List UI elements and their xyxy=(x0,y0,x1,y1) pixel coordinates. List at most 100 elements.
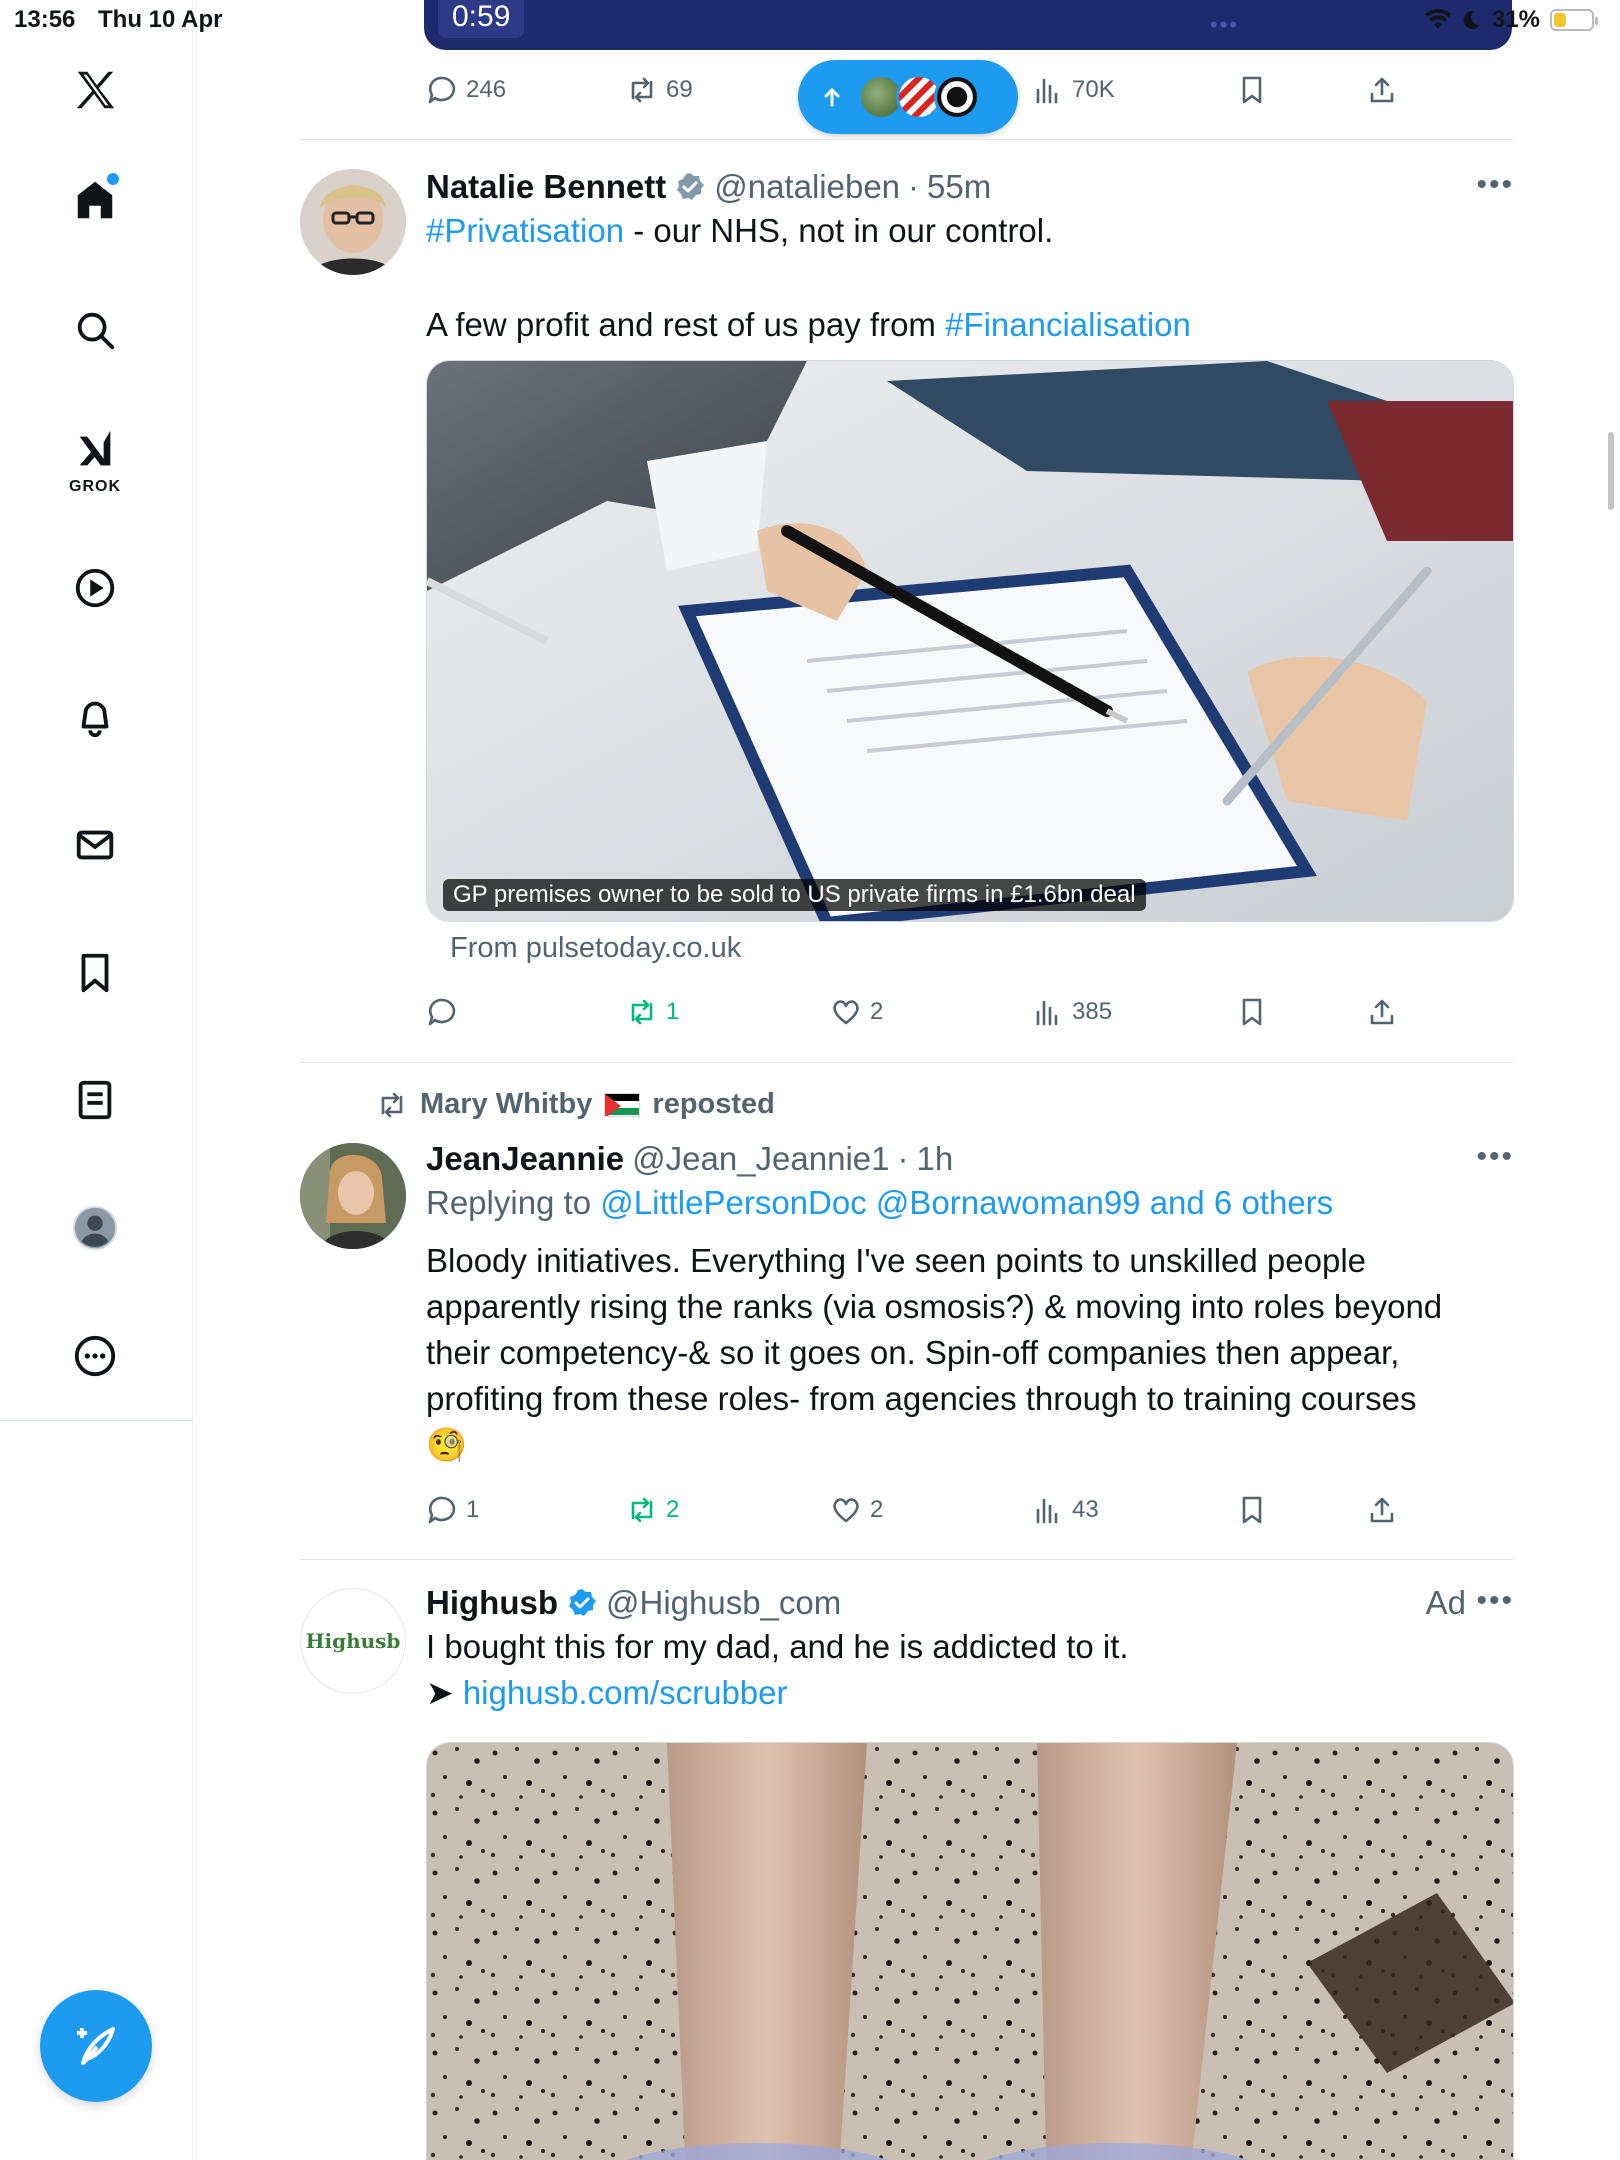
tweet-time[interactable]: 55m xyxy=(927,168,991,206)
reply-icon xyxy=(428,1496,456,1524)
tweet-time[interactable]: 1h xyxy=(917,1140,954,1178)
tweet-text-line: profiting from these roles- from agencie… xyxy=(426,1380,1417,1417)
views-button[interactable]: 385 xyxy=(1032,992,1112,1032)
tweet-text-segment: A few profit and rest of us pay from xyxy=(426,306,946,343)
share-icon xyxy=(1370,999,1394,1025)
share-icon xyxy=(1370,77,1394,103)
reply-icon xyxy=(428,998,456,1026)
tweet-content: JeanJeannie @Jean_Jeannie1 · 1h ••• Repl… xyxy=(426,1140,1514,1468)
more-options-icon[interactable]: ••• xyxy=(1476,1584,1514,1618)
tweet-text-line: their competency-& so it goes on. Spin-o… xyxy=(426,1334,1400,1371)
x-logo-icon[interactable] xyxy=(65,60,125,120)
author-name[interactable]: Highusb xyxy=(426,1584,558,1622)
mail-icon[interactable] xyxy=(65,815,125,875)
reply-button[interactable]: 1 xyxy=(426,1490,479,1530)
new-posts-pill[interactable] xyxy=(798,60,1018,134)
arrow-up-icon xyxy=(824,87,840,107)
compose-button[interactable] xyxy=(40,1990,152,2102)
link-card-caption: GP premises owner to be sold to US priva… xyxy=(443,879,1146,911)
author-name[interactable]: Natalie Bennett xyxy=(426,168,666,206)
hashtag-link[interactable]: #Financialisation xyxy=(945,306,1191,343)
scrollbar[interactable] xyxy=(1608,432,1614,510)
bookmark-icon xyxy=(1242,76,1262,104)
share-button[interactable] xyxy=(1366,70,1398,110)
like-count: 2 xyxy=(870,1496,884,1523)
like-button[interactable]: 2 xyxy=(830,1490,883,1530)
avatar[interactable] xyxy=(300,169,406,275)
share-icon xyxy=(1370,1497,1394,1523)
like-button[interactable]: 2 xyxy=(830,992,883,1032)
link-card-image[interactable]: GP premises owner to be sold to US priva… xyxy=(426,360,1514,922)
sidebar-divider xyxy=(0,1420,193,1421)
article-image xyxy=(427,361,1513,921)
author-name[interactable]: JeanJeannie xyxy=(426,1140,624,1178)
more-options-icon[interactable]: ••• xyxy=(1476,1140,1514,1174)
hashtag-link[interactable]: #Privatisation xyxy=(426,212,624,249)
separator: · xyxy=(908,168,920,205)
tweet-divider xyxy=(300,1559,1513,1560)
moon-icon xyxy=(1463,10,1480,29)
more-options-icon[interactable]: ••• xyxy=(1476,168,1514,202)
reposter-name[interactable]: Mary Whitby xyxy=(420,1088,592,1121)
list-icon[interactable] xyxy=(65,1070,125,1130)
repost-count: 2 xyxy=(666,1496,680,1523)
grok-label: GROK xyxy=(69,478,121,495)
views-icon xyxy=(1036,78,1058,104)
reply-icon xyxy=(428,76,456,104)
tweet-text-line: apparently rising the ranks (via osmosis… xyxy=(426,1288,1443,1325)
reply-count: 1 xyxy=(466,1496,480,1523)
bookmark-button[interactable] xyxy=(1236,992,1268,1032)
tweet-header: Highusb @Highusb_com xyxy=(426,1584,1514,1622)
bookmark-icon[interactable] xyxy=(65,943,125,1003)
bookmark-button[interactable] xyxy=(1236,1490,1268,1530)
author-handle[interactable]: @natalieben xyxy=(714,168,900,206)
views-button[interactable]: 70K xyxy=(1032,70,1115,110)
bell-icon[interactable] xyxy=(65,687,125,747)
author-handle[interactable]: @Jean_Jeannie1 xyxy=(632,1140,889,1178)
repost-button[interactable]: 2 xyxy=(626,1490,679,1530)
more-circle-icon[interactable] xyxy=(65,1326,125,1386)
compose-icon xyxy=(77,2027,115,2065)
wifi-icon xyxy=(1424,9,1451,29)
replying-to-users[interactable]: @LittlePersonDoc @Bornawoman99 and 6 oth… xyxy=(600,1184,1333,1221)
ad-video-frame xyxy=(427,1743,1513,2160)
repost-icon xyxy=(381,1092,403,1117)
repost-button[interactable]: 1 xyxy=(626,992,679,1032)
verified-badge-icon xyxy=(677,173,705,200)
tweet-actions: 1 2 2 43 xyxy=(426,1490,1426,1530)
tweet-divider xyxy=(300,139,1513,140)
ad-label: Ad xyxy=(1425,1584,1466,1621)
avatar[interactable]: Highusb xyxy=(300,1588,406,1694)
tweet-header: Natalie Bennett @natalieben · 55m xyxy=(426,168,1514,206)
tweet-text: Bloody initiatives. Everything I've seen… xyxy=(426,1238,1514,1468)
avatar[interactable] xyxy=(300,1143,406,1249)
search-icon[interactable] xyxy=(65,300,125,360)
views-icon xyxy=(1036,1498,1058,1524)
author-handle[interactable]: @Highusb_com xyxy=(606,1584,841,1622)
views-button[interactable]: 43 xyxy=(1032,1490,1099,1530)
ad-video[interactable] xyxy=(426,1742,1514,2160)
repost-icon xyxy=(631,1497,653,1523)
views-count: 385 xyxy=(1072,998,1113,1025)
tweet-content: Natalie Bennett @natalieben · 55m ••• #P… xyxy=(426,168,1514,965)
play-icon[interactable] xyxy=(65,558,125,618)
share-button[interactable] xyxy=(1366,992,1398,1032)
share-button[interactable] xyxy=(1366,1490,1398,1530)
link-source[interactable]: From pulsetoday.co.uk xyxy=(450,932,1514,965)
bookmark-icon xyxy=(1242,1496,1262,1524)
ad-link[interactable]: highusb.com/scrubber xyxy=(463,1674,788,1711)
grok-icon[interactable] xyxy=(65,420,125,480)
avatar-icon[interactable] xyxy=(65,1198,125,1258)
status-bar: 13:56 Thu 10 Apr 31% xyxy=(0,0,1620,40)
tweet-emoji: 🧐 xyxy=(426,1426,468,1463)
reply-button[interactable]: 246 xyxy=(426,70,506,110)
new-post-avatar xyxy=(934,74,980,120)
reposted-label: reposted xyxy=(652,1088,775,1120)
bookmark-button[interactable] xyxy=(1236,70,1268,110)
reply-button[interactable] xyxy=(426,992,466,1032)
tweet-content: Highusb @Highusb_com Ad ••• I bought thi… xyxy=(426,1584,1514,2160)
repost-count: 69 xyxy=(666,76,693,103)
tweet-divider xyxy=(300,1062,1513,1063)
repost-button[interactable]: 69 xyxy=(626,70,693,110)
palestine-flag-icon xyxy=(604,1092,641,1117)
